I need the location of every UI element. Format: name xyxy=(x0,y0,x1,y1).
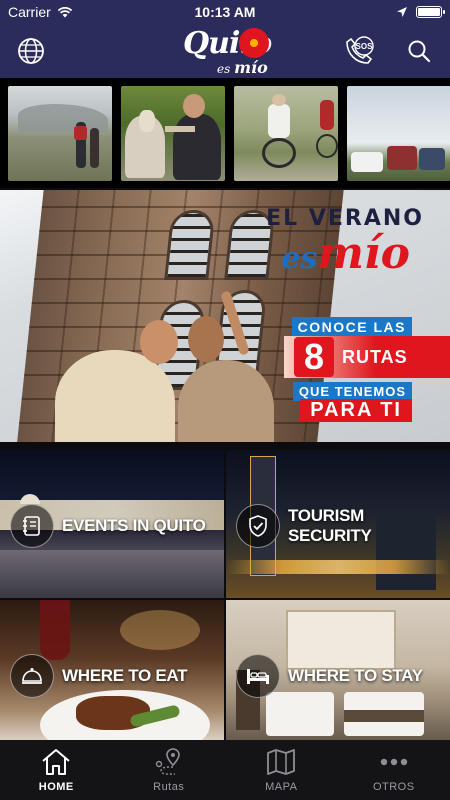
category-grid: EVENTS IN QUITO TOURISM SECURITY WHERE T… xyxy=(0,450,450,748)
route-pin-icon xyxy=(155,748,180,775)
sos-phone-icon: SOS xyxy=(346,36,374,64)
tile-stay-label: WHERE TO STAY xyxy=(288,666,423,685)
quito-logo[interactable]: Quito es mío xyxy=(183,26,273,77)
photo-carousel[interactable] xyxy=(0,78,450,188)
notebook-icon xyxy=(23,516,40,536)
tab-rutas-label: Rutas xyxy=(153,781,185,793)
photo-thumb-cyclists[interactable] xyxy=(234,86,338,181)
shield-check-icon xyxy=(249,515,267,537)
home-icon xyxy=(42,749,70,775)
woman-head xyxy=(188,316,224,362)
tab-home[interactable]: HOME xyxy=(0,740,113,800)
more-dots-icon xyxy=(380,758,407,766)
tab-rutas[interactable]: Rutas xyxy=(113,740,226,800)
logo-subtitle: es mío xyxy=(217,58,268,77)
battery-icon xyxy=(416,6,445,18)
tile-where-to-eat[interactable]: WHERE TO EAT xyxy=(0,600,224,748)
cloche-icon-badge xyxy=(10,654,54,698)
man-head xyxy=(140,320,178,364)
tab-home-label: HOME xyxy=(38,781,74,793)
status-bar: Carrier 10:13 AM xyxy=(0,0,450,24)
search-icon xyxy=(408,40,431,63)
tab-otros[interactable]: OTROS xyxy=(338,740,450,800)
tile-security-label: TOURISM SECURITY xyxy=(288,506,372,545)
tile-where-to-stay[interactable]: WHERE TO STAY xyxy=(226,600,450,748)
tile-events-label: EVENTS IN QUITO xyxy=(62,516,206,535)
wifi-icon xyxy=(57,7,73,18)
tab-mapa-label: MAPA xyxy=(265,781,298,793)
logo-flower-icon xyxy=(239,28,269,58)
tab-mapa[interactable]: MAPA xyxy=(225,740,338,800)
bed-icon xyxy=(247,669,269,684)
bed-icon-badge xyxy=(236,654,280,698)
globe-icon xyxy=(18,38,44,64)
photo-thumb-lookout[interactable] xyxy=(347,86,450,181)
notebook-icon-badge xyxy=(10,504,54,548)
promo-banner[interactable]: EL VERANO esmío CONOCE LAS 8 RUTAS QUE TE… xyxy=(0,190,450,442)
banner-esmio: esmío xyxy=(281,228,410,279)
banner-parati: PARA TI xyxy=(300,399,412,422)
globe-button[interactable] xyxy=(12,32,50,70)
banner-rutas-badge: 8 RUTAS xyxy=(284,336,450,378)
tile-tourism-security[interactable]: TOURISM SECURITY xyxy=(226,450,450,598)
map-icon xyxy=(267,749,296,775)
sos-button[interactable]: SOS xyxy=(340,32,378,70)
bottom-tab-bar: HOME Rutas MAPA OTROS xyxy=(0,740,450,800)
photo-thumb-hikers[interactable] xyxy=(8,86,112,181)
tile-events[interactable]: EVENTS IN QUITO xyxy=(0,450,224,598)
svg-text:SOS: SOS xyxy=(356,42,374,51)
shield-icon-badge xyxy=(236,504,280,548)
search-button[interactable] xyxy=(400,32,438,70)
banner-conoce: CONOCE LAS xyxy=(291,317,412,337)
carrier-label: Carrier xyxy=(8,4,51,20)
couple-image-woman xyxy=(178,360,274,442)
tile-eat-label: WHERE TO EAT xyxy=(62,666,188,685)
tab-otros-label: OTROS xyxy=(372,781,415,793)
location-arrow-icon xyxy=(397,7,407,17)
photo-thumb-alpaca[interactable] xyxy=(121,86,225,181)
cloche-icon xyxy=(22,668,42,684)
app-header: Quito es mío SOS xyxy=(0,24,450,78)
